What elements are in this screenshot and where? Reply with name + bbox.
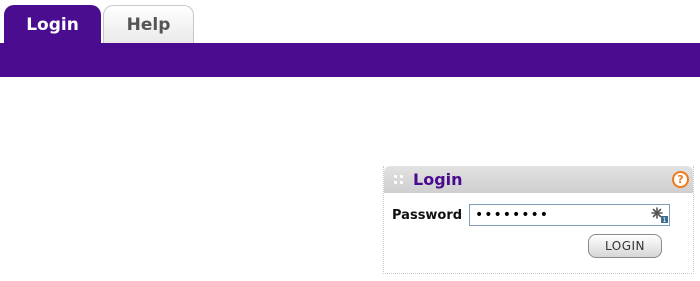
tab-login-label: Login <box>26 15 79 35</box>
password-label: Password <box>392 208 463 223</box>
drag-handle-icon[interactable] <box>394 174 404 185</box>
login-button[interactable]: LOGIN <box>588 234 662 258</box>
password-key-icon[interactable]: 1 <box>651 207 669 224</box>
password-field[interactable] <box>469 204 670 226</box>
tab-login[interactable]: Login <box>4 5 101 45</box>
login-panel-header: Login ? <box>384 166 693 193</box>
svg-text:1: 1 <box>663 217 667 224</box>
tab-bar: Login Help <box>0 0 700 45</box>
help-circle-icon[interactable]: ? <box>672 171 689 188</box>
tab-help[interactable]: Help <box>103 5 194 44</box>
tab-help-label: Help <box>126 15 171 35</box>
header-bar <box>0 43 700 77</box>
login-panel: Login ? Password 1 LOGIN <box>383 166 694 274</box>
login-panel-title: Login <box>413 170 463 189</box>
